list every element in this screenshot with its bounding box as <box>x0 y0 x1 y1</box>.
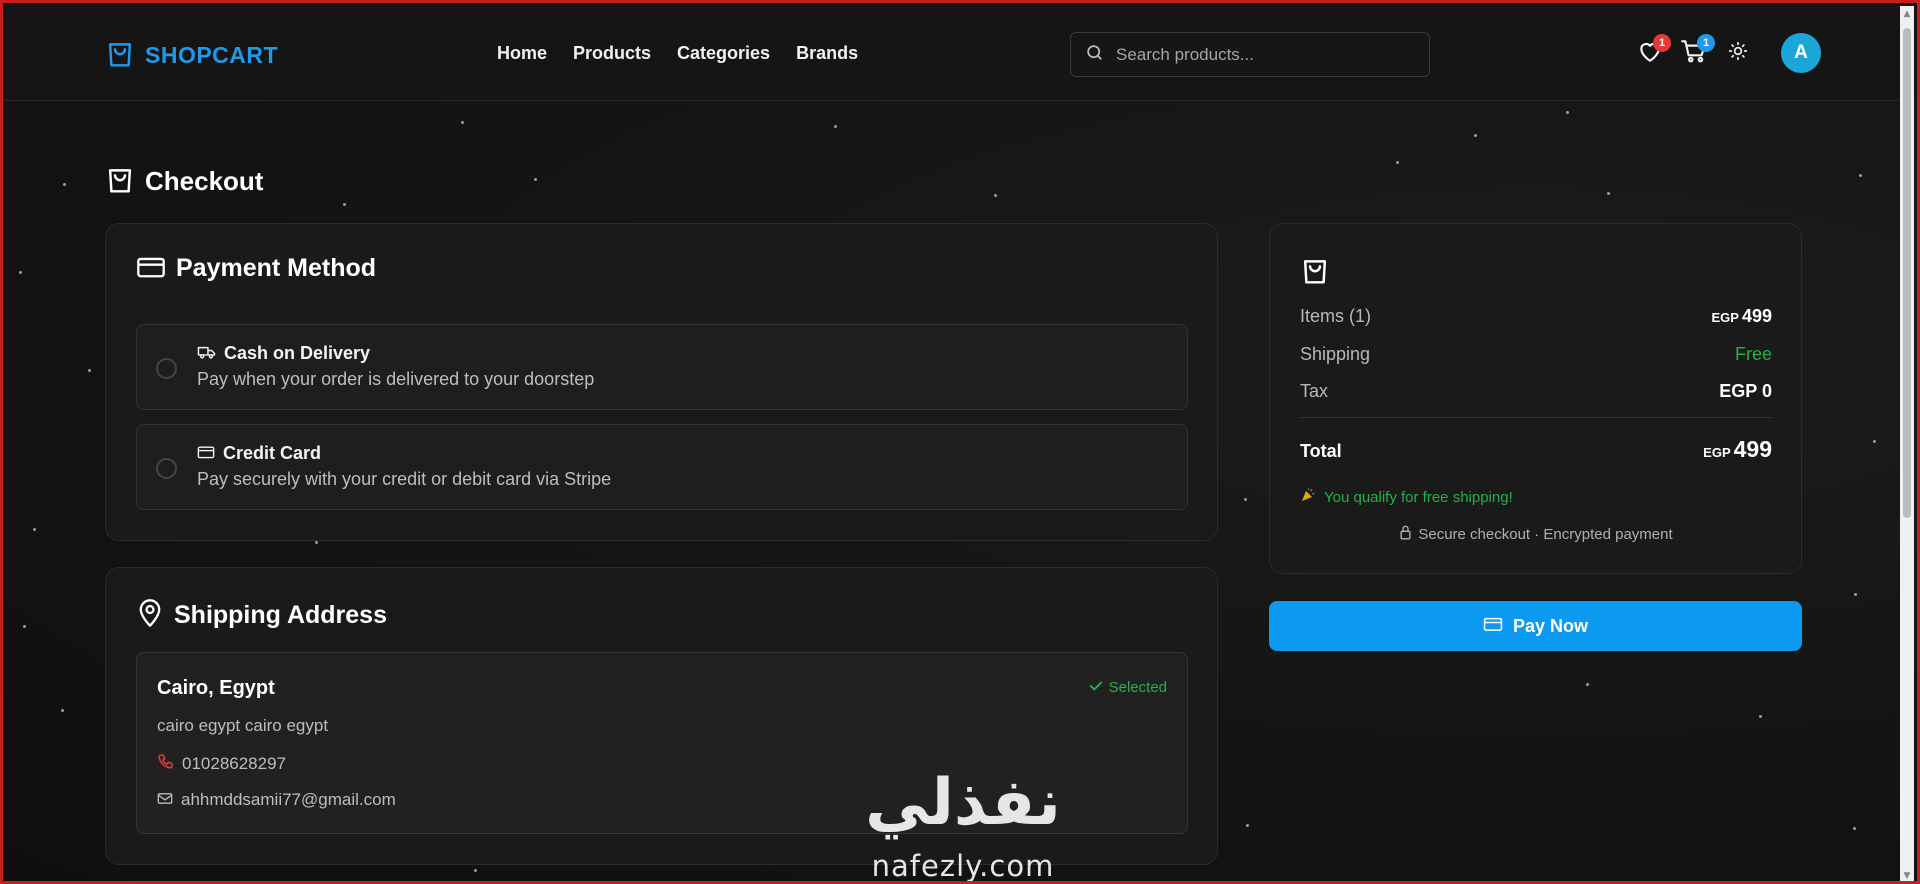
summary-total-row: Total EGP 499 <box>1300 436 1772 463</box>
shipping-address-heading: Shipping Address <box>136 598 387 632</box>
selected-status-text: Selected <box>1108 679 1167 696</box>
selected-status: Selected <box>1089 679 1167 696</box>
page-title-text: Checkout <box>145 165 264 196</box>
main-nav: Home Products Categories Brands <box>497 43 858 64</box>
watermark-latin: nafezly.com <box>871 849 1055 883</box>
nav-actions: 1 1 A <box>1635 33 1821 73</box>
address-city: Cairo, Egypt <box>157 677 275 699</box>
total-currency: EGP <box>1703 445 1731 460</box>
shopping-bag-icon <box>105 37 135 73</box>
page-title: Checkout <box>105 163 263 199</box>
nav-link-products[interactable]: Products <box>573 43 651 64</box>
total-label: Total <box>1300 441 1342 461</box>
tax-value: EGP 0 <box>1719 381 1772 401</box>
cart-button[interactable]: 1 <box>1679 34 1715 68</box>
credit-card-option-description: Pay securely with your credit or debit c… <box>197 469 612 489</box>
total-value: EGP 499 <box>1703 436 1772 463</box>
scroll-down-arrow[interactable]: ▼ <box>1903 872 1911 881</box>
watermark-arabic: نفذلي <box>865 766 1061 840</box>
user-avatar[interactable]: A <box>1781 33 1821 73</box>
items-amount: 499 <box>1741 306 1772 326</box>
credit-card-icon <box>1483 616 1503 637</box>
wishlist-button[interactable]: 1 <box>1635 34 1671 68</box>
theme-toggle-button[interactable] <box>1723 38 1753 68</box>
shipping-address-title: Shipping Address <box>174 600 387 629</box>
nav-link-home[interactable]: Home <box>497 43 547 64</box>
app-window: SHOPCART Home Products Categories Brands <box>0 0 1920 884</box>
credit-card-icon <box>136 255 166 283</box>
top-navbar: SHOPCART Home Products Categories Brands <box>3 3 1917 101</box>
cart-count-badge: 1 <box>1697 34 1715 52</box>
brand-logo[interactable]: SHOPCART <box>105 37 278 73</box>
location-pin-icon <box>136 598 164 632</box>
summary-shipping-row: Shipping Free <box>1300 344 1772 365</box>
address-details: cairo egypt cairo egypt <box>157 716 328 736</box>
truck-icon <box>197 344 216 364</box>
credit-card-icon <box>197 444 215 463</box>
order-summary-card: Items (1) EGP 499 Shipping Free Tax EGP 0… <box>1269 223 1802 574</box>
shipping-value: Free <box>1734 344 1772 364</box>
shopping-bag-icon <box>1300 254 1330 290</box>
payment-method-card: Payment Method Cash on Delivery Pay when… <box>105 223 1218 541</box>
shopping-bag-icon <box>105 163 135 199</box>
summary-divider <box>1300 417 1772 418</box>
secure-checkout-text: Secure checkout · Encrypted payment <box>1418 526 1673 543</box>
items-label: Items (1) <box>1300 306 1372 326</box>
credit-card-radio[interactable] <box>156 458 177 479</box>
payment-method-title: Payment Method <box>176 254 377 282</box>
mail-icon <box>157 790 173 810</box>
cash-option-header: Cash on Delivery <box>197 343 370 364</box>
free-shipping-text: You qualify for free shipping! <box>1324 488 1513 506</box>
items-value: EGP 499 <box>1711 306 1772 327</box>
pay-now-label: Pay Now <box>1512 615 1589 636</box>
address-details-text: cairo egypt cairo egypt <box>157 716 329 735</box>
shipping-label: Shipping <box>1300 344 1371 364</box>
search-input[interactable] <box>1116 44 1429 65</box>
brand-name: SHOPCART <box>145 41 279 68</box>
payment-option-credit-card[interactable]: Credit Card Pay securely with your credi… <box>136 424 1188 510</box>
tax-label: Tax <box>1300 381 1329 401</box>
total-amount: 499 <box>1733 436 1772 462</box>
address-phone: 01028628297 <box>157 753 286 775</box>
party-popper-icon <box>1300 487 1316 507</box>
search-icon <box>1085 43 1104 66</box>
cash-option-title: Cash on Delivery <box>224 343 371 363</box>
address-email-text: ahhmddsamii77@gmail.com <box>181 790 396 809</box>
page-scrollbar[interactable]: ▲ ▼ <box>1900 6 1914 881</box>
nav-link-categories[interactable]: Categories <box>677 43 770 64</box>
credit-card-option-header: Credit Card <box>197 443 321 464</box>
address-phone-text: 01028628297 <box>182 754 287 773</box>
wishlist-count-badge: 1 <box>1653 34 1671 52</box>
cash-option-description: Pay when your order is delivered to your… <box>197 369 595 389</box>
secure-checkout-note: Secure checkout · Encrypted payment <box>1270 525 1802 544</box>
lock-icon <box>1399 525 1412 544</box>
scroll-up-arrow[interactable]: ▲ <box>1903 10 1911 19</box>
nav-link-brands[interactable]: Brands <box>796 43 858 64</box>
items-currency: EGP <box>1711 310 1739 325</box>
address-email: ahhmddsamii77@gmail.com <box>157 790 396 810</box>
search-bar <box>1070 32 1430 77</box>
phone-icon <box>157 753 174 775</box>
cash-radio[interactable] <box>156 358 177 379</box>
nafezly-watermark: نفذلي nafezly.com <box>853 763 1073 883</box>
free-shipping-note: You qualify for free shipping! <box>1300 487 1513 507</box>
payment-option-cash[interactable]: Cash on Delivery Pay when your order is … <box>136 324 1188 410</box>
credit-card-option-title: Credit Card <box>223 443 322 463</box>
check-icon <box>1089 679 1103 696</box>
sun-icon <box>1728 41 1748 65</box>
summary-tax-row: Tax EGP 0 <box>1300 381 1772 402</box>
pay-now-button[interactable]: Pay Now <box>1269 601 1802 651</box>
payment-method-heading: Payment Method <box>136 254 376 283</box>
summary-items-row: Items (1) EGP 499 <box>1300 306 1772 327</box>
scrollbar-thumb[interactable] <box>1903 28 1911 518</box>
